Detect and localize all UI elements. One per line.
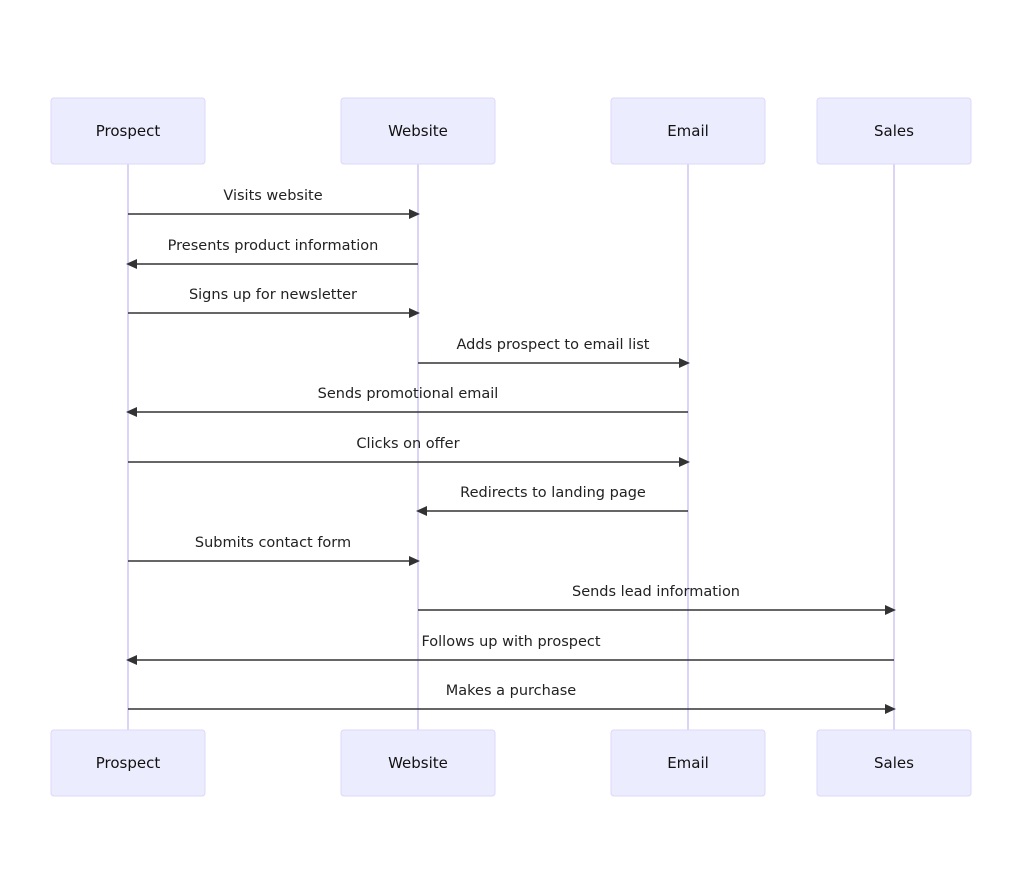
actor-label: Email — [667, 754, 709, 772]
sequence-diagram: Prospect Website Email Sales Prospect Websit… — [50, 97, 972, 797]
message-10: Follows up with prospect — [126, 634, 894, 665]
message-label: Visits website — [223, 188, 322, 204]
message-6: Clicks on offer — [128, 436, 690, 467]
actor-prospect-bottom[interactable]: Prospect — [50, 729, 206, 797]
actor-label: Prospect — [96, 122, 161, 140]
message-label: Sends promotional email — [318, 386, 499, 402]
messages: Visits website Presents product informati… — [126, 188, 896, 714]
actors-bottom: Prospect Website Email Sales — [50, 729, 972, 797]
actor-prospect-top[interactable]: Prospect — [50, 97, 206, 165]
actor-label: Sales — [874, 122, 914, 140]
message-label: Redirects to landing page — [460, 485, 646, 501]
message-2: Presents product information — [126, 238, 418, 269]
message-7: Redirects to landing page — [416, 485, 688, 516]
actor-sales-bottom[interactable]: Sales — [816, 729, 972, 797]
actors-top: Prospect Website Email Sales — [50, 97, 972, 165]
actor-website-bottom[interactable]: Website — [340, 729, 496, 797]
actor-email-bottom[interactable]: Email — [610, 729, 766, 797]
message-label: Submits contact form — [195, 535, 351, 551]
message-3: Signs up for newsletter — [128, 287, 420, 318]
actor-label: Sales — [874, 754, 914, 772]
actor-label: Website — [388, 122, 448, 140]
message-label: Adds prospect to email list — [457, 337, 650, 353]
message-9: Sends lead information — [418, 584, 896, 615]
message-label: Makes a purchase — [446, 683, 576, 699]
actor-label: Email — [667, 122, 709, 140]
actor-label: Website — [388, 754, 448, 772]
message-label: Sends lead information — [572, 584, 740, 600]
message-11: Makes a purchase — [128, 683, 896, 714]
message-label: Follows up with prospect — [421, 634, 600, 650]
message-8: Submits contact form — [128, 535, 420, 566]
actor-email-top[interactable]: Email — [610, 97, 766, 165]
message-4: Adds prospect to email list — [418, 337, 690, 368]
actor-label: Prospect — [96, 754, 161, 772]
message-1: Visits website — [128, 188, 420, 219]
actor-website-top[interactable]: Website — [340, 97, 496, 165]
message-label: Clicks on offer — [356, 436, 459, 452]
actor-sales-top[interactable]: Sales — [816, 97, 972, 165]
message-5: Sends promotional email — [126, 386, 688, 417]
message-label: Presents product information — [168, 238, 379, 254]
message-label: Signs up for newsletter — [189, 287, 357, 303]
